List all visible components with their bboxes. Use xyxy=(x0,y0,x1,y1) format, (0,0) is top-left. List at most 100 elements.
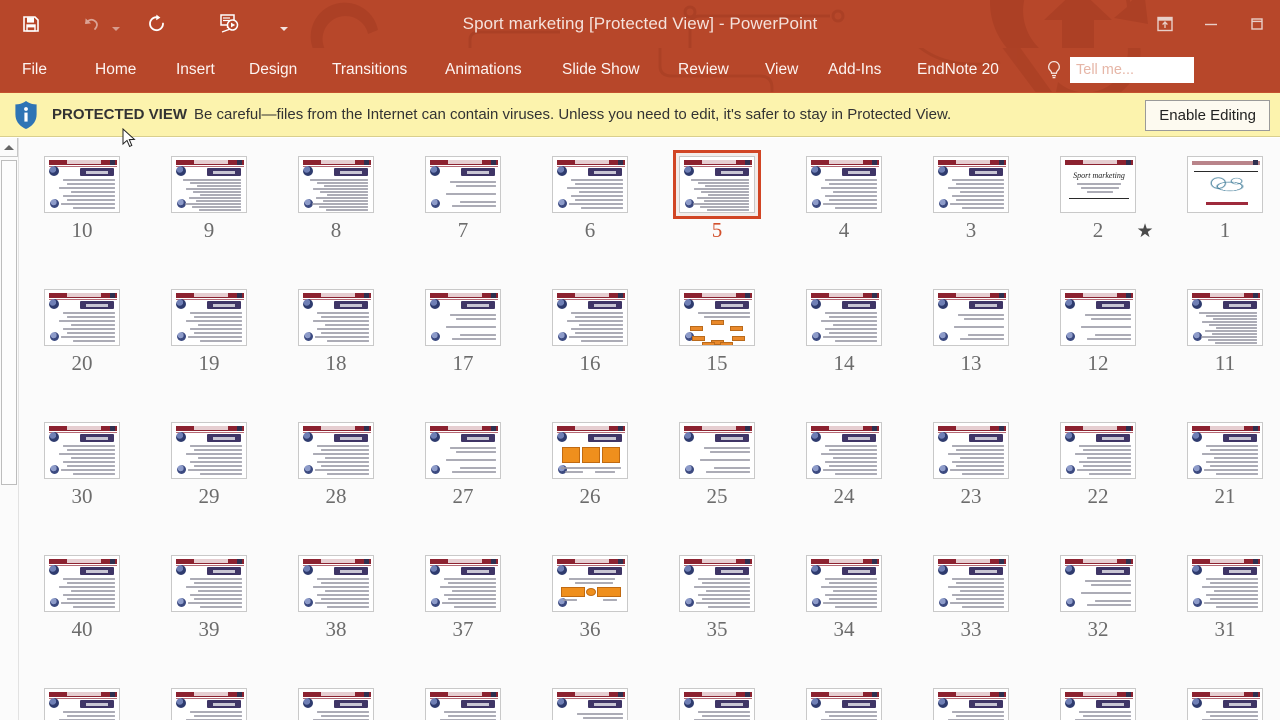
slide-thumbnail[interactable] xyxy=(425,555,501,612)
slide-thumbnail[interactable] xyxy=(425,688,501,720)
tab-insert[interactable]: Insert xyxy=(176,48,215,92)
slide-number: 14 xyxy=(833,351,855,375)
slide-header-text xyxy=(1083,293,1117,298)
redo-button[interactable] xyxy=(140,7,174,41)
slide-text-line xyxy=(571,179,623,181)
slide-logo-icon xyxy=(430,565,440,575)
slide-text-line xyxy=(450,181,496,183)
slide-thumbnail[interactable] xyxy=(806,688,882,720)
slide-thumbnail[interactable] xyxy=(171,422,247,479)
slide-thumbnail[interactable] xyxy=(552,156,628,213)
slide-thumbnail[interactable] xyxy=(1187,422,1263,479)
slide-thumbnail[interactable] xyxy=(171,555,247,612)
slide-thumbnail[interactable] xyxy=(425,289,501,346)
slide-thumbnail[interactable] xyxy=(933,156,1009,213)
slide-thumbnail[interactable] xyxy=(679,289,755,346)
slide-thumbnail[interactable] xyxy=(933,555,1009,612)
start-presentation-button[interactable] xyxy=(212,7,246,41)
slide-thumbnail[interactable] xyxy=(1187,289,1263,346)
slide-thumbnail[interactable] xyxy=(933,422,1009,479)
slide-logo-icon xyxy=(1192,698,1202,708)
slide-thumbnail[interactable] xyxy=(806,156,882,213)
tab-animations[interactable]: Animations xyxy=(445,48,522,92)
slide-thumbnail[interactable] xyxy=(1060,688,1136,720)
slide-title-box xyxy=(1223,567,1257,575)
slide-thumbnail[interactable] xyxy=(44,156,120,213)
slide-text-line xyxy=(833,457,877,459)
tab-view[interactable]: View xyxy=(765,48,798,92)
slide-title-box xyxy=(334,168,368,176)
slide-logo-icon xyxy=(1192,432,1202,442)
tab-endnote-20[interactable]: EndNote 20 xyxy=(917,48,999,92)
slide-top-band xyxy=(1192,161,1260,165)
ribbon-display-options-button[interactable] xyxy=(1142,0,1188,48)
slide-thumbnail[interactable] xyxy=(1060,289,1136,346)
slide-thumbnail[interactable] xyxy=(44,289,120,346)
slide-text-line xyxy=(1206,461,1258,463)
slide-text-line xyxy=(575,582,613,584)
slide-thumbnail[interactable] xyxy=(171,156,247,213)
slide-thumbnail[interactable] xyxy=(425,156,501,213)
slide-thumbnail[interactable] xyxy=(552,289,628,346)
tell-me-input[interactable]: Tell me... xyxy=(1070,57,1194,83)
slide-thumbnail[interactable] xyxy=(552,688,628,720)
minimize-button[interactable] xyxy=(1188,0,1234,48)
slide-header-rule xyxy=(303,431,371,433)
slide-thumbnail[interactable] xyxy=(298,422,374,479)
slide-header-text xyxy=(1083,426,1117,431)
slide-thumbnail[interactable] xyxy=(1187,555,1263,612)
slide-thumbnail[interactable] xyxy=(933,688,1009,720)
scrollbar-thumb[interactable] xyxy=(1,160,17,485)
slide-thumbnail[interactable] xyxy=(806,289,882,346)
slide-thumbnail[interactable] xyxy=(1060,555,1136,612)
slide-thumbnail[interactable] xyxy=(44,422,120,479)
tab-transitions[interactable]: Transitions xyxy=(332,48,407,92)
tab-slide-show[interactable]: Slide Show xyxy=(562,48,640,92)
slide-thumbnail[interactable] xyxy=(679,688,755,720)
tab-home[interactable]: Home xyxy=(95,48,136,92)
tab-review[interactable]: Review xyxy=(678,48,729,92)
slide-thumbnail[interactable] xyxy=(806,422,882,479)
slide-thumbnail[interactable] xyxy=(679,156,755,213)
undo-dropdown-button[interactable] xyxy=(108,7,124,41)
slide-text-line xyxy=(575,183,623,185)
undo-button[interactable] xyxy=(74,7,108,41)
slide-thumbnail[interactable] xyxy=(1187,156,1263,213)
slide-thumbnail[interactable] xyxy=(171,688,247,720)
scroll-up-button[interactable] xyxy=(0,138,18,157)
slide-header-text xyxy=(194,559,228,564)
slide-thumbnail[interactable] xyxy=(44,555,120,612)
slide-text-line xyxy=(317,312,369,314)
slide-header-text xyxy=(956,160,990,165)
slide-thumbnail[interactable] xyxy=(171,289,247,346)
slide-thumbnail[interactable] xyxy=(679,555,755,612)
slide-thumbnail[interactable] xyxy=(44,688,120,720)
slide-text-line xyxy=(829,582,877,584)
slide-header-text xyxy=(956,559,990,564)
customize-qat-button[interactable] xyxy=(276,7,292,41)
slide-thumbnail[interactable] xyxy=(552,555,628,612)
slide-thumbnail[interactable] xyxy=(933,289,1009,346)
tab-file[interactable]: File xyxy=(22,48,47,92)
slide-logo-icon xyxy=(811,565,821,575)
slide-thumbnail[interactable]: Sport marketing xyxy=(1060,156,1136,213)
save-button[interactable] xyxy=(14,7,48,41)
slide-thumbnail[interactable] xyxy=(1187,688,1263,720)
slide-thumbnail[interactable] xyxy=(298,289,374,346)
slide-thumbnail[interactable] xyxy=(806,555,882,612)
slide-thumbnail[interactable] xyxy=(298,156,374,213)
slide-text-line xyxy=(1075,453,1131,455)
slide-thumbnail[interactable] xyxy=(298,555,374,612)
restore-button[interactable] xyxy=(1234,0,1280,48)
slide-thumbnail[interactable] xyxy=(298,688,374,720)
slide-thumbnail[interactable] xyxy=(425,422,501,479)
slide-thumbnail[interactable] xyxy=(552,422,628,479)
tab-design[interactable]: Design xyxy=(249,48,297,92)
enable-editing-button[interactable]: Enable Editing xyxy=(1145,100,1270,131)
vertical-scrollbar[interactable] xyxy=(0,138,19,720)
slide-thumbnail[interactable] xyxy=(679,422,755,479)
tab-add-ins[interactable]: Add-Ins xyxy=(828,48,881,92)
slide-thumbnail[interactable] xyxy=(1060,422,1136,479)
slide-animation-star-icon[interactable]: ★ xyxy=(1133,218,1157,244)
slide-text-line xyxy=(835,606,877,608)
